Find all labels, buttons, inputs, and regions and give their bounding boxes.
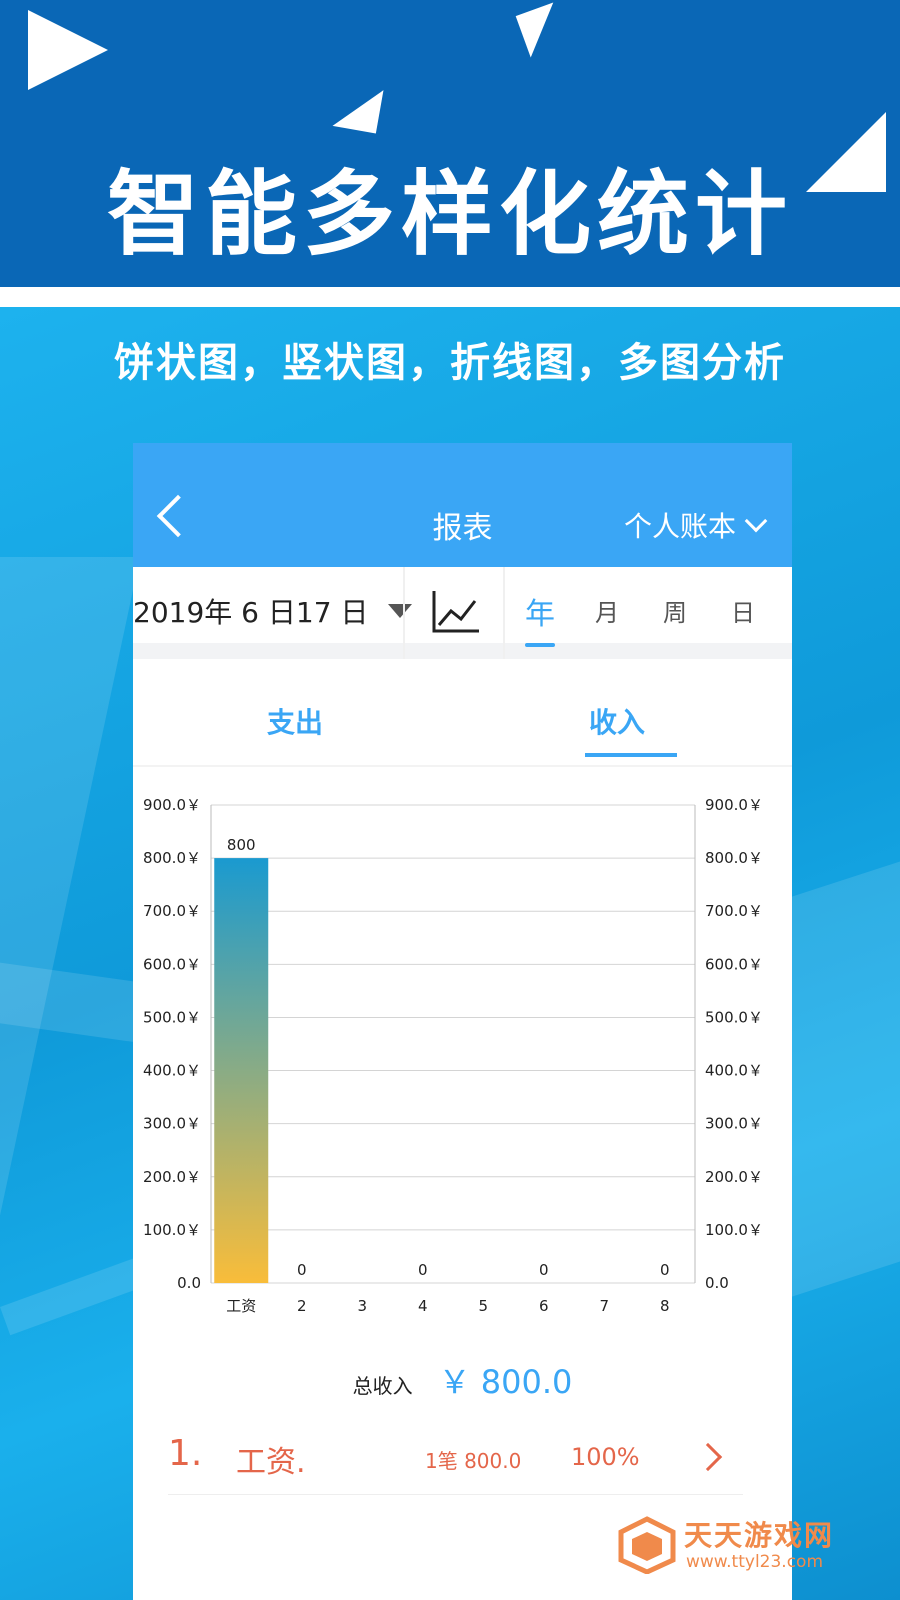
- chevron-right-icon: [693, 1442, 723, 1472]
- data-label: 0: [660, 1261, 670, 1279]
- tab-active-indicator: [585, 753, 677, 757]
- tab-expense[interactable]: 支出: [267, 701, 323, 741]
- filter-toolbar: 2019年 6 日17 日 年 月 周 日: [133, 567, 792, 659]
- banner-title: 智能多样化统计: [106, 161, 793, 268]
- bar-chart-svg: 0.0 0.0 100.0￥ 100.0￥ 200.0￥ 200.0￥ 300.0￥ 300.…: [143, 796, 763, 1315]
- banner-divider: [0, 287, 900, 307]
- x-tick-label: 4: [418, 1297, 428, 1315]
- chevron-down-icon: [744, 509, 768, 533]
- period-day[interactable]: 日: [731, 593, 755, 628]
- x-tick-label: 2: [297, 1297, 307, 1315]
- list-item-count: 1笔 800.0: [425, 1449, 522, 1473]
- y-tick-label-left: 300.0￥: [143, 1115, 201, 1133]
- top-banner: 智能多样化统计: [0, 0, 900, 287]
- tab-income[interactable]: 收入: [589, 701, 645, 741]
- total-summary: 总收入 ￥ 800.0: [133, 1357, 792, 1403]
- decor-triangle: [332, 82, 384, 134]
- decor-triangle: [28, 10, 108, 90]
- y-tick-label-right: 0.0: [705, 1274, 729, 1292]
- account-book-selector[interactable]: 个人账本: [623, 505, 768, 545]
- income-bar-chart: 0.0 0.0 100.0￥ 100.0￥ 200.0￥ 200.0￥ 300.0￥ 300.…: [133, 783, 792, 1343]
- y-tick-label-left: 700.0￥: [143, 902, 201, 920]
- list-item-index: 1.: [168, 1433, 203, 1474]
- x-tick-label: 8: [660, 1297, 670, 1315]
- data-label: 800: [227, 836, 256, 854]
- watermark-url: www.ttyl23.com: [686, 1552, 824, 1572]
- account-book-label: 个人账本: [623, 510, 736, 543]
- subtitle: 饼状图，竖状图，折线图，多图分析: [114, 340, 786, 386]
- list-item-percent: 100%: [571, 1443, 640, 1471]
- data-label: 0: [297, 1261, 307, 1279]
- nav-bar: 报表 个人账本: [133, 443, 792, 567]
- watermark: 天天游戏网 www.ttyl23.com: [618, 1512, 858, 1582]
- line-chart-icon[interactable]: [431, 589, 481, 635]
- y-tick-label-right: 900.0￥: [705, 796, 763, 814]
- total-label: 总收入: [352, 1374, 413, 1398]
- bar: [214, 858, 269, 1283]
- y-tick-label-left: 900.0￥: [143, 796, 201, 814]
- period-active-indicator: [525, 643, 555, 647]
- y-tick-label-right: 300.0￥: [705, 1115, 763, 1133]
- y-tick-label-left: 200.0￥: [143, 1168, 201, 1186]
- caret-down-icon: [388, 604, 413, 618]
- date-value: 2019年 6 日17 日: [133, 596, 369, 629]
- app-screen: 报表 个人账本 2019年 6 日17 日 年 月 周 日 支出 收入 0.0 …: [133, 443, 792, 1600]
- x-tick-label: 工资: [226, 1297, 256, 1315]
- y-tick-label-right: 800.0￥: [705, 849, 763, 867]
- y-tick-label-right: 700.0￥: [705, 902, 763, 920]
- x-tick-label: 3: [357, 1297, 367, 1315]
- period-month[interactable]: 月: [595, 593, 619, 628]
- type-tabs: 支出 收入: [133, 667, 792, 767]
- watermark-logo-icon: [618, 1516, 676, 1574]
- y-tick-label-left: 100.0￥: [143, 1221, 201, 1239]
- y-tick-label-right: 100.0￥: [705, 1221, 763, 1239]
- list-item-name: 工资.: [236, 1445, 306, 1480]
- y-tick-label-left: 500.0￥: [143, 1008, 201, 1026]
- y-tick-label-right: 600.0￥: [705, 955, 763, 973]
- y-tick-label-right: 400.0￥: [705, 1062, 763, 1080]
- y-tick-label-left: 400.0￥: [143, 1062, 201, 1080]
- period-year[interactable]: 年: [525, 589, 555, 633]
- date-picker[interactable]: 2019年 6 日17 日: [133, 591, 413, 631]
- total-amount: ￥ 800.0: [438, 1363, 573, 1401]
- x-tick-label: 6: [539, 1297, 549, 1315]
- data-label: 0: [539, 1261, 549, 1279]
- x-tick-label: 5: [478, 1297, 488, 1315]
- x-tick-label: 7: [599, 1297, 609, 1315]
- period-week[interactable]: 周: [663, 593, 687, 628]
- data-label: 0: [418, 1261, 428, 1279]
- watermark-name: 天天游戏网: [684, 1519, 835, 1552]
- y-tick-label-right: 500.0￥: [705, 1008, 763, 1026]
- decor-triangle: [515, 2, 569, 58]
- list-item[interactable]: 1. 工资. 1笔 800.0 100%: [168, 1413, 743, 1495]
- y-tick-label-left: 800.0￥: [143, 849, 201, 867]
- y-tick-label-left: 0.0: [177, 1274, 201, 1292]
- y-tick-label-left: 600.0￥: [143, 955, 201, 973]
- y-tick-label-right: 200.0￥: [705, 1168, 763, 1186]
